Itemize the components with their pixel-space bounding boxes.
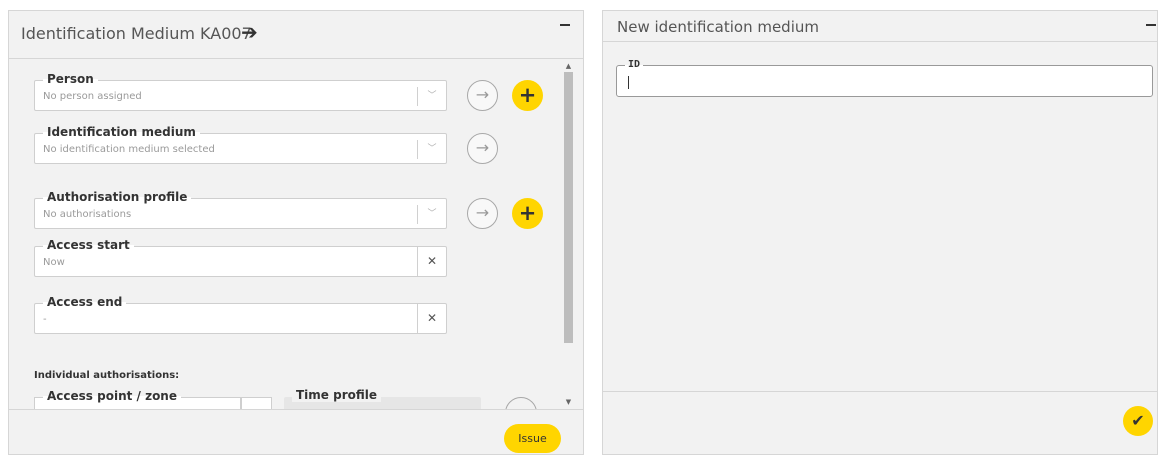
identification-medium-label: Identification medium xyxy=(43,125,200,139)
chevron-down-icon[interactable]: ﹀ xyxy=(418,87,446,106)
add-person-button[interactable]: + xyxy=(512,80,543,111)
add-authorisation-profile-button[interactable]: + xyxy=(512,198,543,229)
checkmark-icon: ✔ xyxy=(1131,411,1145,430)
authorisation-profile-label: Authorisation profile xyxy=(43,190,192,204)
authorisation-profile-value: No authorisations xyxy=(43,209,132,220)
minimize-icon[interactable] xyxy=(1146,24,1156,26)
chevron-down-icon[interactable]: ﹀ xyxy=(418,140,446,159)
clear-access-end-icon[interactable]: ✕ xyxy=(417,304,446,333)
scroll-up-icon[interactable]: ▲ xyxy=(562,61,575,71)
access-end-label: Access end xyxy=(43,295,127,309)
scroll-down-icon[interactable]: ▼ xyxy=(562,397,575,407)
access-start-label: Access start xyxy=(43,238,134,252)
vertical-scrollbar[interactable]: ▲ ▼ xyxy=(562,60,575,409)
arrow-right-icon: → xyxy=(475,138,490,157)
time-profile-label: Time profile xyxy=(292,388,382,402)
access-start-value: Now xyxy=(43,257,65,268)
panel-footer: ✔ xyxy=(603,391,1157,454)
issue-button[interactable]: Issue xyxy=(504,424,561,453)
identification-medium-panel: Identification Medium KA007 ➔ Person No … xyxy=(8,10,584,455)
authorisation-profile-select[interactable]: Authorisation profile No authorisations … xyxy=(34,190,447,229)
person-label: Person xyxy=(43,72,98,86)
plus-icon: + xyxy=(518,201,537,225)
person-select[interactable]: Person No person assigned ﹀ xyxy=(34,72,447,111)
time-profile-select[interactable]: Time profile xyxy=(284,388,481,409)
panel-header: Identification Medium KA007 ➔ xyxy=(9,11,583,59)
go-to-person-button[interactable]: → xyxy=(467,80,498,111)
go-to-identification-medium-button[interactable]: → xyxy=(467,133,498,164)
clear-access-start-icon[interactable]: ✕ xyxy=(417,247,446,276)
access-end-value: - xyxy=(43,314,47,325)
panel-title: New identification medium xyxy=(617,18,819,36)
confirm-button[interactable]: ✔ xyxy=(1123,406,1153,436)
individual-authorisations-heading: Individual authorisations: xyxy=(34,370,180,381)
identification-medium-select[interactable]: Identification medium No identification … xyxy=(34,125,447,164)
text-cursor xyxy=(628,76,629,89)
access-point-select[interactable]: Access point / zone xyxy=(34,389,241,409)
new-identification-medium-panel: New identification medium ID ✔ xyxy=(602,10,1158,455)
scrollbar-thumb[interactable] xyxy=(564,72,573,343)
person-value: No person assigned xyxy=(43,91,142,102)
add-authorisation-circle-button[interactable] xyxy=(505,397,537,409)
access-end-field[interactable]: Access end - ✕ xyxy=(34,295,447,334)
access-point-dropdown-toggle[interactable] xyxy=(241,397,272,409)
access-start-field[interactable]: Access start Now ✕ xyxy=(34,238,447,277)
panel-title: Identification Medium KA007 xyxy=(21,24,252,43)
form-scroll-area[interactable]: Person No person assigned ﹀ → + Identifi… xyxy=(9,60,561,409)
arrow-right-icon: → xyxy=(475,85,490,104)
minimize-icon[interactable] xyxy=(560,24,570,26)
panel-header: New identification medium xyxy=(603,11,1157,42)
panel-footer: Issue xyxy=(9,409,583,454)
arrow-right-icon: → xyxy=(475,203,490,222)
access-point-label: Access point / zone xyxy=(43,389,181,403)
identification-medium-value: No identification medium selected xyxy=(43,144,215,155)
plus-icon: + xyxy=(518,83,537,107)
open-arrow-icon[interactable]: ➔ xyxy=(241,22,258,42)
id-label: ID xyxy=(625,59,644,71)
go-to-authorisation-profile-button[interactable]: → xyxy=(467,198,498,229)
id-input[interactable]: ID xyxy=(616,59,1153,97)
chevron-down-icon[interactable]: ﹀ xyxy=(418,205,446,224)
